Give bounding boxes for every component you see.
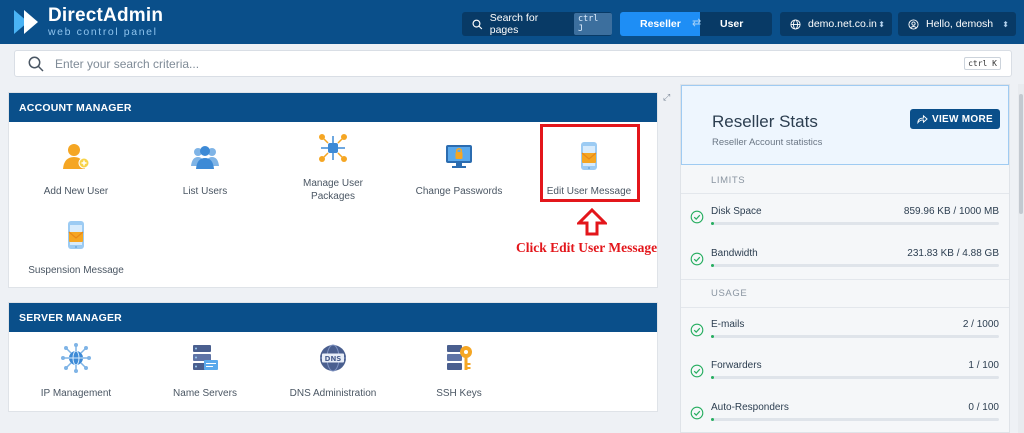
stat-value: 231.83 KB / 4.88 GB (907, 248, 999, 259)
up-arrow-icon (577, 208, 607, 236)
add-new-user-label: Add New User (43, 186, 109, 197)
stat-row-bandwidth: Bandwidth 231.83 KB / 4.88 GB (681, 242, 1009, 278)
top-navigation-bar: DirectAdmin web control panel Search for… (0, 0, 1024, 44)
key-server-icon (447, 345, 472, 370)
page-search-label: Search for pages (489, 12, 539, 36)
globe-icon (790, 18, 801, 30)
highlight-frame (540, 124, 640, 202)
search-input[interactable]: Enter your search criteria... (55, 57, 199, 71)
server-manager-panel: SERVER MANAGER IP Management Name Server… (8, 302, 658, 412)
svg-text:DNS: DNS (325, 355, 342, 363)
stat-row-forwarders: Forwarders 1 / 100 (681, 354, 1009, 390)
chevron-updown-icon: ⬍ (878, 19, 885, 29)
swap-arrows-icon: ⇄ (692, 17, 702, 29)
domain-selector[interactable]: demo.net.co.in ⬍ (780, 12, 892, 36)
ssh-keys-item[interactable]: SSH Keys (397, 343, 521, 400)
add-user-icon (63, 144, 90, 169)
stat-value: 1 / 100 (968, 360, 999, 371)
user-greeting: Hello, demosh (926, 18, 994, 30)
user-menu[interactable]: Hello, demosh ⬍ (898, 12, 1016, 36)
page-search-shortcut: ctrl J (573, 13, 612, 35)
role-reseller-tab[interactable]: Reseller (620, 12, 700, 36)
stat-row-auto-responders: Auto-Responders 0 / 100 (681, 396, 1009, 432)
add-new-user-item[interactable]: Add New User (14, 141, 138, 198)
divider (681, 279, 1009, 280)
stat-row-emails: E-mails 2 / 1000 (681, 313, 1009, 349)
check-circle-icon (690, 323, 704, 337)
suspension-message-label: Suspension Message (28, 265, 124, 276)
manage-user-packages-item[interactable]: Manage User Packages (271, 133, 395, 203)
user-circle-icon (908, 18, 919, 30)
phone-message-icon (68, 221, 84, 249)
name-servers-label: Name Servers (173, 388, 237, 399)
ip-management-label: IP Management (40, 388, 112, 399)
check-circle-icon (690, 210, 704, 224)
brand-tagline: web control panel (48, 26, 158, 38)
users-group-icon (191, 146, 219, 169)
page-scrollbar[interactable] (1018, 84, 1024, 433)
list-users-item[interactable]: List Users (143, 141, 267, 198)
view-more-button[interactable]: VIEW MORE (910, 109, 1000, 129)
brand-name: DirectAdmin (48, 5, 164, 26)
chevron-updown-icon: ⬍ (1002, 19, 1009, 29)
progress-bar (711, 264, 999, 267)
directadmin-logo[interactable]: DirectAdmin web control panel (14, 6, 163, 38)
stat-name: Auto-Responders (711, 402, 789, 413)
search-shortcut: ctrl K (964, 57, 1001, 70)
name-servers-item[interactable]: Name Servers (143, 343, 267, 400)
stat-value: 2 / 1000 (962, 319, 999, 330)
scrollbar-thumb[interactable] (1019, 94, 1023, 214)
search-icon (28, 56, 44, 72)
collapse-arrows-icon[interactable]: ⤢ (663, 92, 670, 103)
dns-globe-icon: DNS (320, 344, 346, 372)
dns-administration-label: DNS Administration (289, 388, 377, 399)
instruction-annotation: Click Edit User Message (516, 240, 658, 255)
ip-management-item[interactable]: IP Management (14, 343, 138, 400)
globe-network-icon (61, 343, 91, 373)
view-more-label: VIEW MORE (931, 113, 994, 125)
server-stack-icon (193, 345, 218, 370)
share-arrow-icon (917, 114, 928, 124)
check-circle-icon (690, 406, 704, 420)
progress-bar (711, 376, 999, 379)
criteria-search-bar[interactable]: Enter your search criteria... ctrl K (14, 50, 1012, 77)
suspension-message-item[interactable]: Suspension Message (14, 220, 138, 277)
domain-name: demo.net.co.in (808, 18, 877, 30)
account-manager-title: ACCOUNT MANAGER (9, 93, 657, 122)
server-manager-title: SERVER MANAGER (9, 303, 657, 332)
change-passwords-item[interactable]: Change Passwords (397, 141, 521, 198)
progress-bar (711, 222, 999, 225)
reseller-stats-subtitle: Reseller Account statistics (712, 137, 823, 148)
role-user-tab[interactable]: User (700, 12, 772, 36)
search-icon (472, 19, 483, 29)
stat-name: Bandwidth (711, 248, 758, 259)
stat-row-disk-space: Disk Space 859.96 KB / 1000 MB (681, 200, 1009, 236)
divider (681, 193, 1009, 194)
reseller-stats-header: Reseller Stats Reseller Account statisti… (681, 85, 1009, 165)
stat-value: 859.96 KB / 1000 MB (903, 206, 999, 217)
logo-chevron-icon (14, 7, 40, 37)
stat-name: Forwarders (711, 360, 762, 371)
dns-administration-item[interactable]: DNS DNS Administration (271, 343, 395, 400)
stat-value: 0 / 100 (968, 402, 999, 413)
change-passwords-label: Change Passwords (415, 186, 503, 197)
stat-name: Disk Space (711, 206, 762, 217)
page-search-button[interactable]: Search for pages ctrl J (462, 12, 612, 36)
stat-name: E-mails (711, 319, 745, 330)
reseller-stats-title: Reseller Stats (712, 112, 818, 131)
progress-bar (711, 335, 999, 338)
check-circle-icon (690, 364, 704, 378)
usage-label: USAGE (711, 288, 748, 299)
monitor-lock-icon (446, 145, 472, 168)
check-circle-icon (690, 252, 704, 266)
ssh-keys-label: SSH Keys (436, 388, 482, 399)
limits-label: LIMITS (711, 175, 746, 186)
reseller-stats-panel: Reseller Stats Reseller Account statisti… (680, 84, 1010, 433)
list-users-label: List Users (182, 186, 228, 197)
manage-user-packages-label: Manage User Packages (302, 178, 364, 202)
network-nodes-icon (319, 134, 347, 162)
divider (681, 307, 1009, 308)
progress-bar (711, 418, 999, 421)
